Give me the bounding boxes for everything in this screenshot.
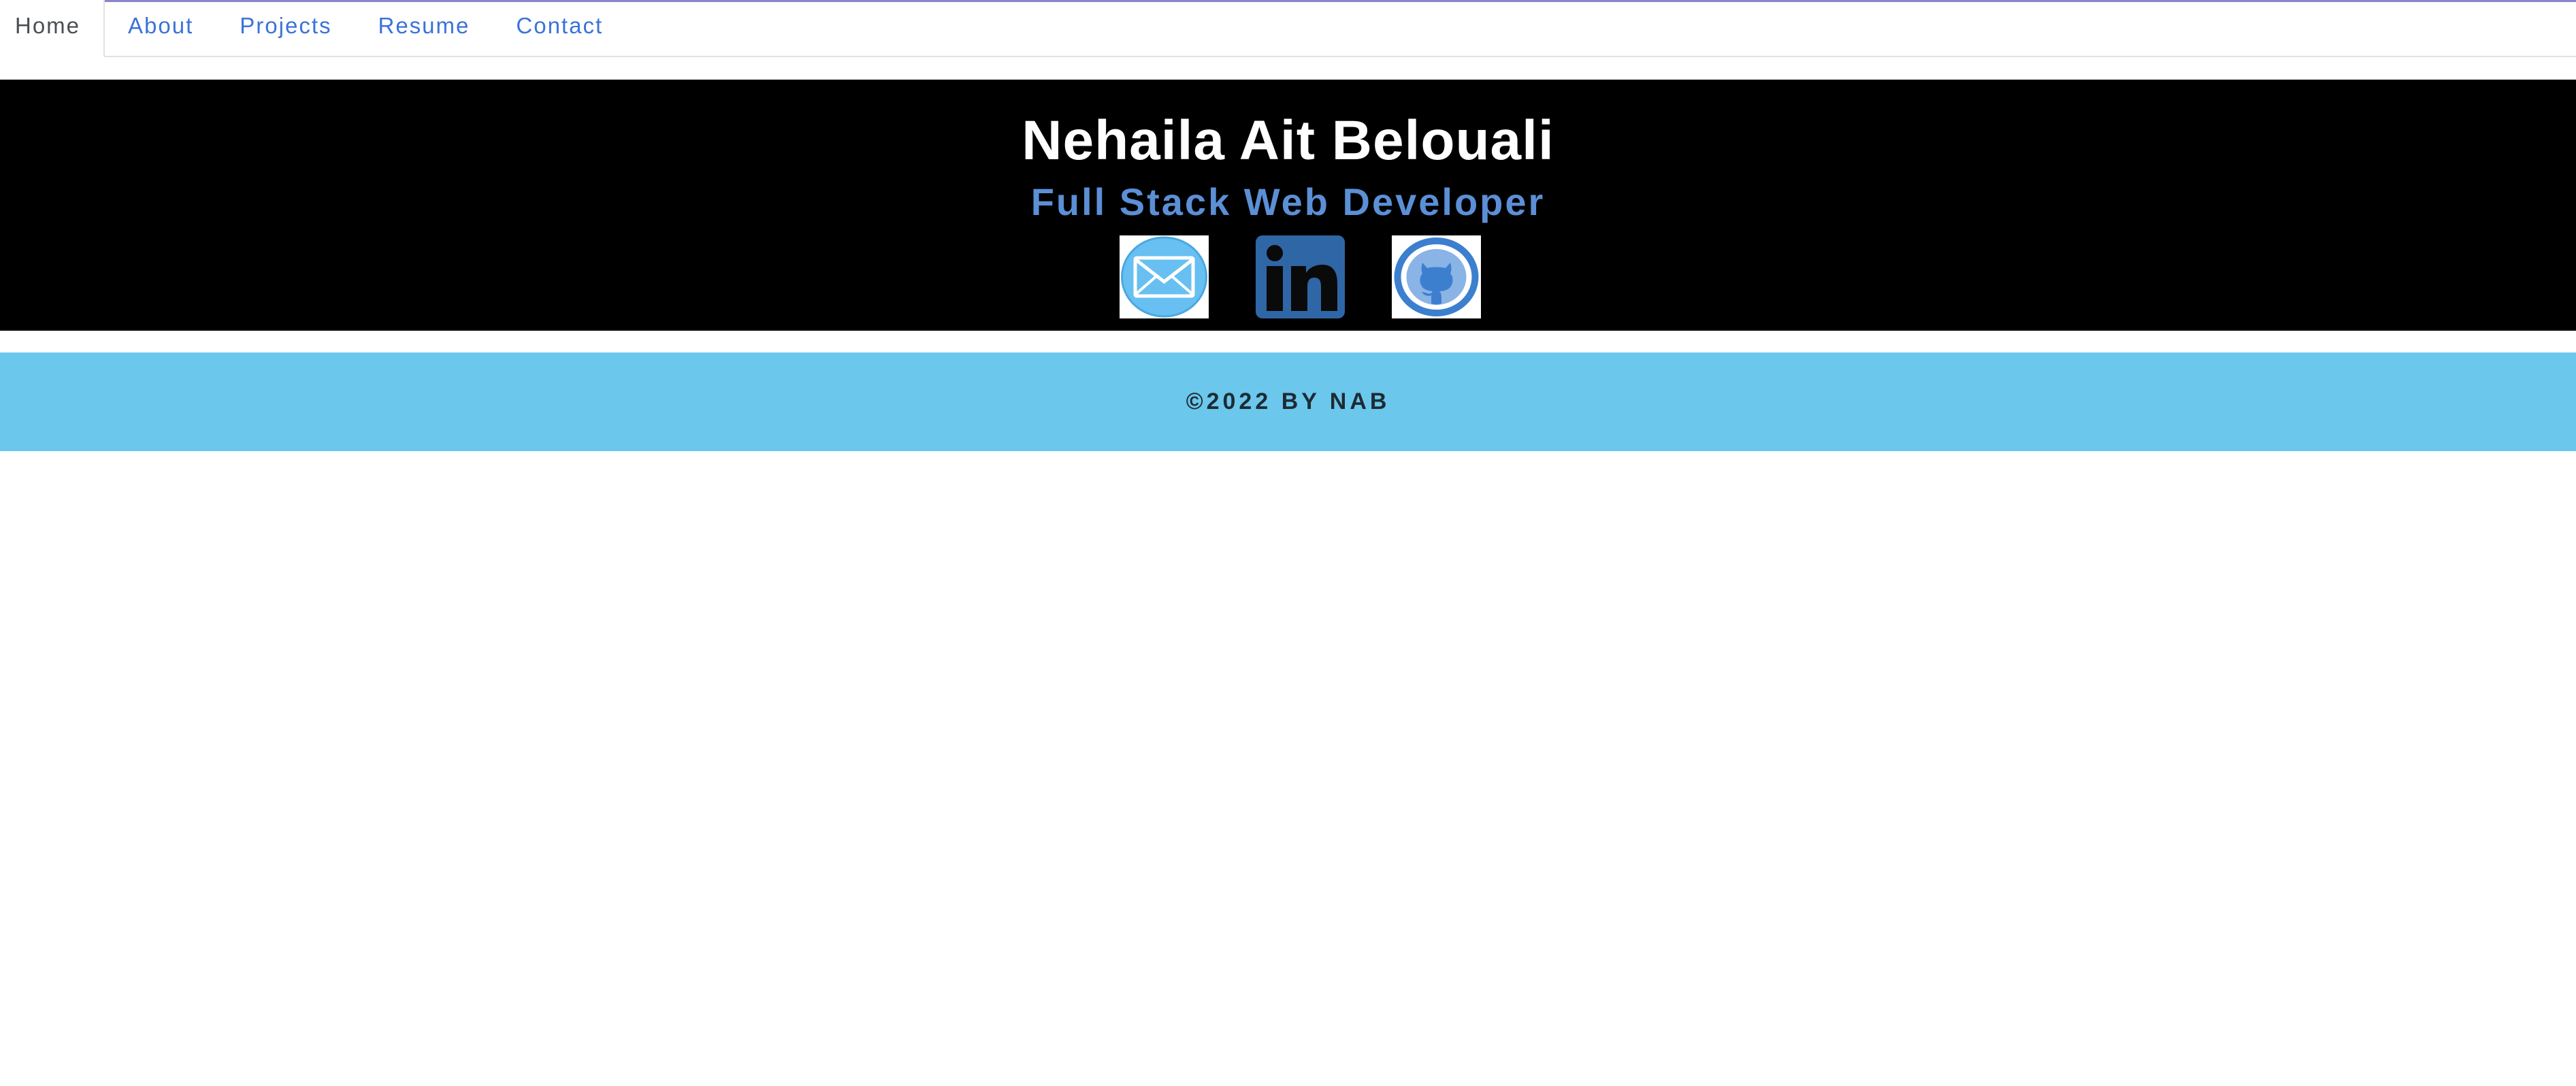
footer-copyright: ©2022 BY NAB — [1186, 389, 1390, 414]
nav-item-contact[interactable]: Contact — [493, 0, 626, 56]
hero-banner: Nehaila Ait Belouali Full Stack Web Deve… — [0, 80, 2576, 331]
hero-role: Full Stack Web Developer — [1030, 180, 1546, 223]
linkedin-icon[interactable] — [1256, 235, 1345, 318]
nav-item-resume[interactable]: Resume — [355, 0, 493, 56]
top-nav: Home About Projects Resume Contact — [0, 0, 2576, 57]
nav-item-home[interactable]: Home — [0, 0, 105, 57]
social-links — [0, 235, 2576, 318]
mail-icon[interactable] — [1120, 235, 1209, 318]
footer: ©2022 BY NAB — [0, 352, 2576, 451]
nav-item-about[interactable]: About — [105, 0, 216, 56]
nav-item-projects[interactable]: Projects — [216, 0, 355, 56]
hero-name: Nehaila Ait Belouali — [1022, 110, 1554, 171]
github-icon[interactable] — [1392, 235, 1481, 318]
